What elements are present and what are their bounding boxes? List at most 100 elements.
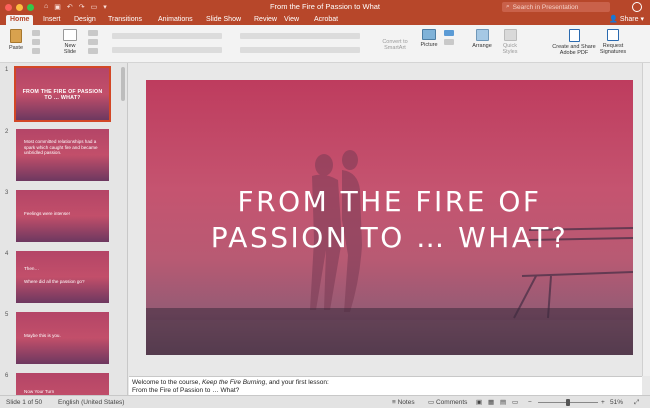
reset-icon[interactable] — [88, 39, 98, 45]
convert-smartart-button[interactable]: Convert to SmartArt — [375, 39, 415, 51]
zoom-in-icon[interactable]: + — [601, 399, 605, 406]
slide-number: 4 — [5, 251, 9, 257]
more-icon[interactable]: ▾ — [103, 3, 107, 11]
notes-text: , and your first lesson: — [265, 379, 329, 386]
comments-button[interactable]: ▭ Comments — [428, 399, 467, 406]
tab-view[interactable]: View — [280, 15, 303, 25]
notes-line-1: Welcome to the course, Keep the Fire Bur… — [132, 379, 639, 387]
share-button[interactable]: 👤 Share ▾ — [609, 15, 644, 25]
current-slide[interactable]: FROM THE FIRE OF PASSION TO … WHAT? — [146, 80, 633, 355]
status-bar: Slide 1 of 50 English (United States) ≡ … — [0, 395, 650, 408]
thumbnail-text: Maybe this is you. — [24, 333, 61, 338]
notes-line-2: From the Fire of Passion to … What? — [132, 386, 240, 394]
zoom-level[interactable]: 51% — [610, 399, 623, 406]
arrange-label: Arrange — [472, 43, 492, 49]
thumbnail-text: Now Your Turn — [24, 389, 55, 394]
redo-icon[interactable]: ↷ — [79, 3, 85, 11]
thumbnail-scrollbar[interactable] — [121, 67, 125, 101]
zoom-out-icon[interactable]: − — [528, 399, 532, 406]
paste-label: Paste — [8, 45, 24, 51]
tab-animations[interactable]: Animations — [154, 15, 197, 25]
slide-thumbnail-6[interactable]: Now Your Turn — [16, 373, 109, 395]
ribbon-tabs: Home Insert Design Transitions Animation… — [0, 14, 650, 25]
slide-title-line-1: FROM THE FIRE OF — [237, 185, 542, 218]
create-share-pdf-label: Create and Share Adobe PDF — [552, 44, 596, 56]
language-indicator[interactable]: English (United States) — [58, 399, 124, 406]
arrange-button[interactable]: Arrange — [470, 29, 494, 49]
speaker-notes[interactable]: Welcome to the course, Keep the Fire Bur… — [129, 376, 642, 395]
tab-slide-show[interactable]: Slide Show — [202, 15, 245, 25]
home-icon[interactable]: ⌂ — [44, 3, 48, 11]
font-name-select[interactable] — [112, 33, 222, 39]
search-input[interactable]: ⌕ Search in Presentation — [502, 2, 610, 12]
layout-icon[interactable] — [88, 30, 98, 36]
search-placeholder: Search in Presentation — [512, 3, 579, 11]
format-painter-icon[interactable] — [32, 48, 40, 54]
quick-access-toolbar: ⌂ ▣ ↶ ↷ ▭ ▾ — [44, 3, 107, 11]
thumbnail-text: Then… — [24, 266, 40, 271]
slide-thumbnail-1[interactable]: FROM THE FIRE OF PASSION TO … WHAT? — [14, 66, 111, 122]
request-signatures-label: Request Signatures — [599, 43, 627, 55]
slide-number: 1 — [5, 67, 9, 73]
thumbnail-text-2: Where did all the passion go? — [24, 279, 85, 284]
comments-icon: ▭ — [428, 399, 435, 406]
slide-title-line-2: PASSION TO … WHAT? — [210, 221, 569, 254]
save-icon[interactable]: ▣ — [54, 3, 61, 11]
start-slideshow-icon[interactable]: ▭ — [91, 3, 98, 11]
tab-transitions[interactable]: Transitions — [104, 15, 146, 25]
picture-button[interactable]: Picture — [418, 29, 440, 48]
slide-sorter-icon[interactable]: ▦ — [488, 399, 494, 406]
undo-icon[interactable]: ↶ — [67, 3, 73, 11]
reading-view-icon[interactable]: ▤ — [500, 399, 506, 406]
slide-thumbnail-pane: 1 FROM THE FIRE OF PASSION TO … WHAT? 2 … — [0, 63, 128, 395]
font-format-buttons[interactable] — [112, 47, 222, 53]
paragraph-align-buttons[interactable] — [240, 47, 360, 53]
thumbnail-title: FROM THE FIRE OF PASSION TO … WHAT? — [22, 89, 103, 102]
fit-to-window-icon[interactable]: ⤢ — [634, 399, 639, 406]
copy-icon[interactable] — [32, 39, 40, 45]
slide-thumbnail-2[interactable]: Most committed relationships had a spark… — [16, 129, 109, 181]
notes-button[interactable]: ≡ Notes — [392, 399, 415, 406]
shapes-icon[interactable] — [444, 30, 454, 36]
tab-review[interactable]: Review — [250, 15, 281, 25]
quick-styles-label: Quick Styles — [502, 43, 518, 55]
slide-thumbnail-3[interactable]: Feelings were intense! — [16, 190, 109, 242]
zoom-slider-handle[interactable] — [566, 399, 570, 406]
text-box-icon[interactable] — [444, 39, 454, 45]
new-slide-button[interactable]: New Slide — [58, 29, 82, 55]
paragraph-list-buttons[interactable] — [240, 33, 360, 39]
window-controls — [5, 3, 34, 11]
signature-icon — [607, 29, 619, 41]
quick-styles-button[interactable]: Quick Styles — [498, 29, 522, 55]
zoom-window-button[interactable] — [27, 3, 34, 11]
comments-label: Comments — [435, 399, 468, 406]
slide-thumbnail-4[interactable]: Then… Where did all the passion go? — [16, 251, 109, 303]
share-icon: 👤 — [609, 16, 618, 23]
slide-thumbnail-5[interactable]: Maybe this is you. — [16, 312, 109, 364]
share-label: Share — [619, 16, 639, 23]
ribbon: Paste New Slide Convert to SmartArt Pict… — [0, 25, 650, 63]
notes-course-title: Keep the Fire Burning — [201, 379, 266, 386]
request-signatures-button[interactable]: Request Signatures — [596, 29, 630, 55]
slide-title[interactable]: FROM THE FIRE OF PASSION TO … WHAT? — [146, 184, 633, 256]
slide-number: 5 — [5, 312, 9, 318]
create-share-pdf-button[interactable]: Create and Share Adobe PDF — [548, 29, 600, 56]
section-icon[interactable] — [88, 48, 98, 54]
tab-acrobat[interactable]: Acrobat — [310, 15, 342, 25]
close-window-button[interactable] — [5, 3, 12, 11]
notes-icon: ≡ — [392, 399, 396, 406]
normal-view-icon[interactable]: ▣ — [476, 399, 482, 406]
slideshow-view-icon[interactable]: ▭ — [512, 399, 518, 406]
picture-label: Picture — [420, 42, 438, 48]
feedback-smiley-icon[interactable] — [632, 2, 642, 12]
title-bar: ⌂ ▣ ↶ ↷ ▭ ▾ From the Fire of Passion to … — [0, 0, 650, 14]
thumbnail-text: Feelings were intense! — [24, 211, 70, 216]
tab-home[interactable]: Home — [6, 15, 34, 25]
paste-button[interactable]: Paste — [6, 29, 26, 51]
tab-design[interactable]: Design — [70, 15, 100, 25]
slide-editing-area: FROM THE FIRE OF PASSION TO … WHAT? — [129, 63, 642, 376]
slide-vertical-scrollbar[interactable] — [642, 63, 650, 376]
minimize-window-button[interactable] — [16, 3, 23, 11]
cut-icon[interactable] — [32, 30, 40, 36]
tab-insert[interactable]: Insert — [39, 15, 65, 25]
